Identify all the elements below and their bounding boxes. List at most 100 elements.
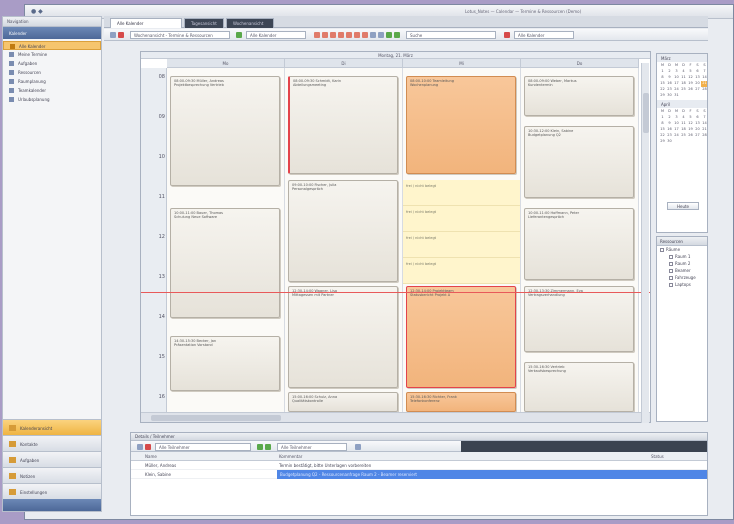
appointment[interactable]: 15:00-16:00 Schulz, Anna Qualitätskontro… (288, 392, 398, 412)
appointment[interactable]: 08:00-09:00 Weber, Markus Kundentermin (524, 76, 634, 116)
nav-tree-item[interactable]: Ressourcen (3, 68, 101, 77)
mini-calendar-day[interactable]: 24 (673, 133, 680, 139)
day-view-icon[interactable] (314, 32, 320, 38)
calendar-filter[interactable]: Alle Kalender (514, 31, 574, 39)
add-icon[interactable] (257, 444, 263, 450)
appointment-highlighted[interactable]: 08:00-10:00 Teamleitung Wochenplanung (406, 76, 516, 174)
appointment-highlighted[interactable]: 15:30-16:30 Richter, Frank Telefonkonfer… (406, 392, 516, 412)
mini-calendar-day[interactable]: 31 (673, 93, 680, 99)
mini-calendar-days[interactable]: M D M D F S S 1 2 3 4 5 6 7 8 9 10 11 12 13 14 15 16 17 18 19 20 21… (657, 108, 707, 146)
day-header-mi[interactable]: Mi (403, 59, 521, 68)
attendee-filter[interactable]: Alle Teilnehmer (277, 443, 347, 451)
free-slot[interactable]: frei / nicht belegt (403, 180, 520, 206)
mini-calendar-day[interactable]: 28 (701, 133, 707, 139)
vertical-scrollbar[interactable] (641, 63, 649, 423)
scroll-thumb[interactable] (643, 93, 649, 133)
appointment[interactable]: 09:00-10:00 Fischer, Julia Personalgespr… (288, 180, 398, 282)
resource-node[interactable]: Räume (657, 246, 707, 253)
filter-selector[interactable]: Alle Kalender (246, 31, 306, 39)
close-icon[interactable] (118, 32, 124, 38)
table-row[interactable]: Müller, Andreas Termin bestätigt, bitte U… (131, 461, 707, 470)
back-icon[interactable] (137, 444, 143, 450)
day-column-di[interactable]: 08:00-09:30 Schmidt, Karin Abteilungsmee… (285, 68, 403, 413)
free-slot[interactable]: frei / nicht belegt (403, 232, 520, 258)
mini-calendar-days[interactable]: M D M D F S S 1 2 3 4 5 6 7 8 9 10 11 12 13 14 15 16 17 18 19 20 21… (657, 62, 707, 100)
day-column-mo[interactable]: 08:00-09:30 Müller, Andreas Projektbespr… (167, 68, 285, 413)
free-slot[interactable]: frei / nicht belegt (403, 258, 520, 284)
mini-calendar-day[interactable]: 26 (687, 87, 694, 93)
appointment[interactable]: 12:30-14:00 Wagner, Lisa Mittagessen mit… (288, 286, 398, 388)
appointment[interactable]: 15:30-16:30 Vertrieb Verkaufsbesprechung (524, 362, 634, 412)
day-header-di[interactable]: Di (285, 59, 403, 68)
mini-calendar-day[interactable]: 29 (659, 139, 666, 145)
details-filter[interactable]: Alle Teilnehmer (155, 443, 251, 451)
delete-icon[interactable] (378, 32, 384, 38)
mini-calendar-day[interactable]: 25 (680, 87, 687, 93)
appointment[interactable]: 10:00-11:00 Hoffmann, Peter Lieferanteng… (524, 208, 634, 280)
checkbox[interactable] (669, 269, 673, 273)
scroll-thumb[interactable] (151, 415, 281, 421)
mini-calendar-day[interactable]: 28 (701, 87, 707, 93)
workweek-view-icon[interactable] (322, 32, 328, 38)
settings-icon[interactable] (355, 444, 361, 450)
tab-wochenansicht[interactable]: Wochenansicht (226, 18, 274, 28)
appointment[interactable]: 10:30-12:00 Klein, Sabine Budgetplanung … (524, 126, 634, 198)
view-selector[interactable]: Wochenansicht - Termine & Ressourcen (130, 31, 230, 39)
close-icon[interactable] (145, 444, 151, 450)
mini-calendar-day[interactable]: 27 (694, 87, 701, 93)
free-slot[interactable]: frei / nicht belegt (403, 206, 520, 232)
checkbox[interactable] (669, 276, 673, 280)
nav-section-button[interactable]: Einstellungen (3, 483, 101, 499)
appointment[interactable]: 10:00-11:00 Bauer, Thomas Schulung Neue … (170, 208, 280, 318)
day-header-mo[interactable]: Mo (167, 59, 285, 68)
column-header-name[interactable]: Name (145, 454, 157, 459)
resource-node[interactable]: Raum 1 (657, 253, 707, 260)
nav-tree-item[interactable]: Urlaubsplanung (3, 95, 101, 104)
checkbox[interactable] (669, 262, 673, 266)
horizontal-scrollbar[interactable] (141, 412, 650, 422)
nav-tree-item[interactable]: Alle Kalender (3, 41, 101, 50)
appointment[interactable]: 12:30-13:30 Zimmermann, Eva Vertragsverh… (524, 286, 634, 352)
clear-search-icon[interactable] (504, 32, 510, 38)
back-icon[interactable] (110, 32, 116, 38)
decline-icon[interactable] (394, 32, 400, 38)
remove-icon[interactable] (265, 444, 271, 450)
mini-calendar-day[interactable]: 25 (680, 133, 687, 139)
nav-tree-item[interactable]: Raumplanung (3, 77, 101, 86)
mini-calendar-day[interactable]: 27 (694, 133, 701, 139)
checkbox[interactable] (669, 255, 673, 259)
resource-node[interactable]: Laptops (657, 281, 707, 288)
checkbox[interactable] (660, 248, 664, 252)
nav-section-button[interactable]: Notizen (3, 467, 101, 483)
mini-calendar-day[interactable]: 30 (666, 93, 673, 99)
checkbox[interactable] (669, 283, 673, 287)
copy-icon[interactable] (370, 32, 376, 38)
column-header-comment[interactable]: Kommentar (279, 454, 302, 459)
nav-section-button[interactable]: Aufgaben (3, 451, 101, 467)
tab-alle-kalender[interactable]: Alle Kalender (110, 18, 182, 28)
week-view-icon[interactable] (330, 32, 336, 38)
appointment-selected-edge[interactable]: 08:00-09:30 Schmidt, Karin Abteilungsmee… (288, 76, 398, 174)
appointment[interactable]: 14:30-15:30 Becker, Jan Präsentation Vor… (170, 336, 280, 391)
mini-calendar-day[interactable]: 30 (666, 139, 673, 145)
mini-calendar-day[interactable]: 26 (687, 133, 694, 139)
search-input[interactable]: Suche (406, 31, 496, 39)
tab-tagesansicht[interactable]: Tagesansicht (184, 18, 224, 28)
day-column-mi[interactable]: 08:00-10:00 Teamleitung Wochenplanung fr… (403, 68, 521, 413)
column-header-status[interactable]: Status (651, 454, 664, 459)
nav-section-button[interactable]: Kontakte (3, 435, 101, 451)
mini-calendar-day[interactable]: 29 (659, 93, 666, 99)
month-view-icon[interactable] (338, 32, 344, 38)
nav-tree-item[interactable]: Teamkalender (3, 86, 101, 95)
day-header-do[interactable]: Do (521, 59, 639, 68)
table-row[interactable]: Klein, Sabine Budgetplanung Q2 - Ressourc… (131, 470, 707, 479)
resource-node[interactable]: Beamer (657, 267, 707, 274)
accept-icon[interactable] (386, 32, 392, 38)
appointment[interactable]: 08:00-09:30 Müller, Andreas Projektbespr… (170, 76, 280, 186)
day-column-do[interactable]: 08:00-09:00 Weber, Markus Kundentermin 1… (521, 68, 639, 413)
nav-section-button[interactable]: Kalenderansicht (3, 419, 101, 435)
new-appointment-icon[interactable] (362, 32, 368, 38)
year-view-icon[interactable] (346, 32, 352, 38)
nav-tree-item[interactable]: Meine Termine (3, 50, 101, 59)
resource-node[interactable]: Fahrzeuge (657, 274, 707, 281)
